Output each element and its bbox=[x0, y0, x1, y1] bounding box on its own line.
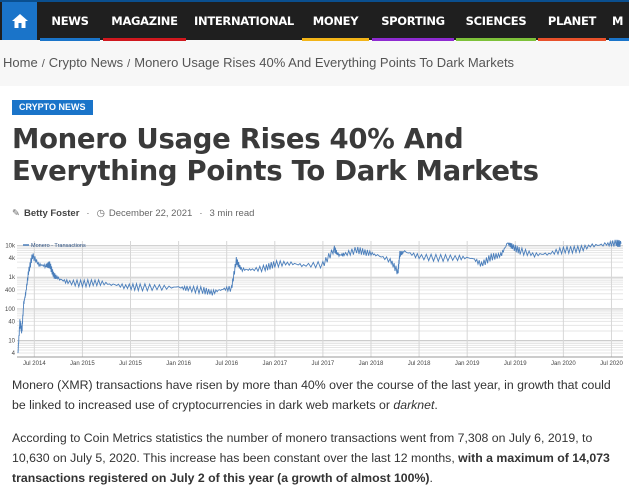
y-tick-label: 10 bbox=[8, 338, 15, 344]
nav-item-money[interactable]: MONEY bbox=[302, 2, 369, 40]
breadcrumb-current: Monero Usage Rises 40% And Everything Po… bbox=[134, 55, 514, 70]
nav-item-sciences[interactable]: SCIENCES bbox=[456, 2, 536, 40]
transactions-chart: Jul 2014 Jan 2015 Jul 2015 Jan 2016 Jul 2016… bbox=[3, 237, 625, 367]
x-tick-label: Jan 2015 bbox=[70, 361, 95, 367]
x-tick-label: Jan 2018 bbox=[359, 361, 384, 367]
breadcrumb-home[interactable]: Home bbox=[3, 55, 38, 70]
read-time: 3 min read bbox=[210, 208, 255, 219]
x-tick-label: Jul 2015 bbox=[119, 361, 142, 367]
y-tick-label: 4k bbox=[9, 256, 16, 262]
home-icon bbox=[11, 13, 29, 29]
nav-item-news[interactable]: NEWS bbox=[40, 2, 100, 40]
x-tick-label: Jan 2017 bbox=[262, 361, 287, 367]
nav-item-label: INTERNATIONAL bbox=[194, 14, 294, 28]
meta-separator: · bbox=[86, 208, 89, 219]
y-tick-label: 400 bbox=[5, 288, 16, 294]
nav-item-label: M bbox=[612, 14, 623, 28]
x-tick-label: Jan 2019 bbox=[455, 361, 480, 367]
nav-underline bbox=[302, 38, 369, 41]
paragraph-1: Monero (XMR) transactions have risen by … bbox=[12, 375, 624, 415]
breadcrumb-category[interactable]: Crypto News bbox=[49, 55, 123, 70]
edit-icon: ✎ bbox=[12, 208, 20, 219]
paragraph-2: According to Coin Metrics statistics the… bbox=[12, 428, 624, 488]
nav-item-planet[interactable]: PLANET bbox=[538, 2, 606, 40]
darknet-term: darknet bbox=[393, 398, 434, 412]
author-link[interactable]: Betty Foster bbox=[24, 208, 79, 219]
nav-item-label: SPORTING bbox=[381, 14, 445, 28]
x-tick-label: Jul 2017 bbox=[312, 361, 335, 367]
x-tick-label: Jul 2020 bbox=[600, 361, 623, 367]
y-tick-label: 1k bbox=[9, 275, 16, 281]
article-title: Monero Usage Rises 40% And Everything Po… bbox=[12, 123, 622, 187]
clock-icon: ◷ bbox=[97, 208, 105, 219]
nav-underline bbox=[103, 38, 186, 41]
breadcrumb: Home / Crypto News / Monero Usage Rises 40% … bbox=[3, 55, 514, 70]
category-badge[interactable]: CRYPTO NEWS bbox=[12, 100, 93, 115]
main-nav: NEWS MAGAZINE INTERNATIONAL MONEY SPORTING SC… bbox=[0, 0, 629, 40]
nav-underline bbox=[372, 38, 454, 41]
nav-item-label: PLANET bbox=[548, 14, 596, 28]
x-tick-label: Jan 2016 bbox=[166, 361, 191, 367]
nav-item-m[interactable]: M bbox=[609, 2, 629, 40]
article-meta: ✎ Betty Foster · ◷ December 22, 2021 · 3… bbox=[12, 208, 254, 219]
nav-underline bbox=[40, 38, 100, 41]
nav-underline bbox=[456, 38, 536, 41]
breadcrumb-separator: / bbox=[127, 58, 130, 70]
x-tick-label: Jul 2014 bbox=[23, 361, 46, 367]
nav-underline bbox=[609, 38, 629, 41]
y-tick-label: 40 bbox=[8, 319, 15, 325]
x-tick-label: Jan 2020 bbox=[551, 361, 576, 367]
nav-item-label: MONEY bbox=[313, 14, 359, 28]
nav-item-magazine[interactable]: MAGAZINE bbox=[103, 2, 186, 40]
meta-separator: · bbox=[199, 208, 202, 219]
legend-label: Monero - Transactions bbox=[31, 243, 86, 249]
breadcrumb-separator: / bbox=[42, 58, 45, 70]
nav-item-label: MAGAZINE bbox=[111, 14, 177, 28]
nav-item-international[interactable]: INTERNATIONAL bbox=[189, 2, 299, 40]
x-tick-label: Jul 2018 bbox=[408, 361, 431, 367]
y-tick-label: 10k bbox=[5, 244, 16, 250]
nav-item-label: NEWS bbox=[51, 14, 88, 28]
y-tick-label: 100 bbox=[5, 307, 16, 313]
nav-underline bbox=[538, 38, 606, 41]
nav-item-label: SCIENCES bbox=[466, 14, 527, 28]
home-button[interactable] bbox=[2, 2, 37, 40]
x-tick-label: Jul 2019 bbox=[504, 361, 527, 367]
nav-item-sporting[interactable]: SPORTING bbox=[372, 2, 454, 40]
x-tick-label: Jul 2016 bbox=[215, 361, 238, 367]
publish-date: December 22, 2021 bbox=[109, 208, 192, 219]
